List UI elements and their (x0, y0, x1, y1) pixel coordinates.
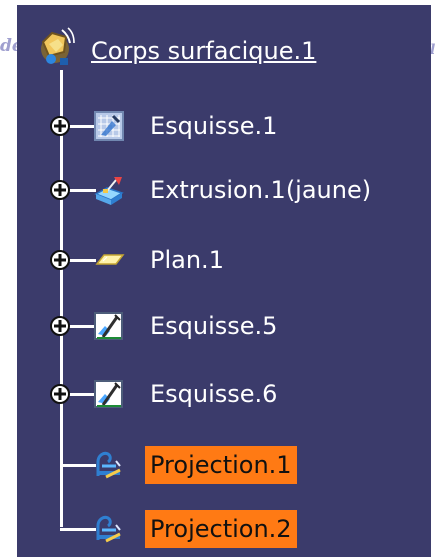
expand-plus-icon[interactable] (49, 249, 71, 271)
extrusion-icon[interactable] (92, 173, 126, 207)
tree-branch-line (60, 528, 96, 531)
surface-body-icon[interactable] (35, 26, 79, 70)
sketch-grid-icon[interactable] (92, 109, 126, 143)
expand-plus-icon[interactable] (49, 179, 71, 201)
tree-branch-line (60, 464, 96, 467)
tree-item-label[interactable]: Esquisse.6 (145, 375, 282, 413)
expand-plus-icon[interactable] (49, 315, 71, 337)
tree-item-label[interactable]: Esquisse.1 (145, 107, 282, 145)
tree-trunk-line (60, 70, 63, 527)
tree-item-label[interactable]: Projection.1 (145, 446, 297, 484)
projection-icon[interactable] (92, 512, 126, 546)
sketch-icon[interactable] (92, 309, 126, 343)
sketch-icon[interactable] (92, 377, 126, 411)
projection-icon[interactable] (92, 448, 126, 482)
tree-item-label[interactable]: Extrusion.1(jaune) (145, 171, 376, 209)
expand-plus-icon[interactable] (49, 383, 71, 405)
tree-item-label[interactable]: Plan.1 (145, 241, 229, 279)
tree-item-label[interactable]: Projection.2 (145, 510, 297, 548)
plane-icon[interactable] (92, 243, 126, 277)
expand-plus-icon[interactable] (49, 115, 71, 137)
tree-item-label[interactable]: Esquisse.5 (145, 307, 282, 345)
tree-root-label[interactable]: Corps surfacique.1 (91, 34, 316, 68)
app: de l Corps surfacique.1 Esquisse.1 Extru… (0, 0, 437, 557)
